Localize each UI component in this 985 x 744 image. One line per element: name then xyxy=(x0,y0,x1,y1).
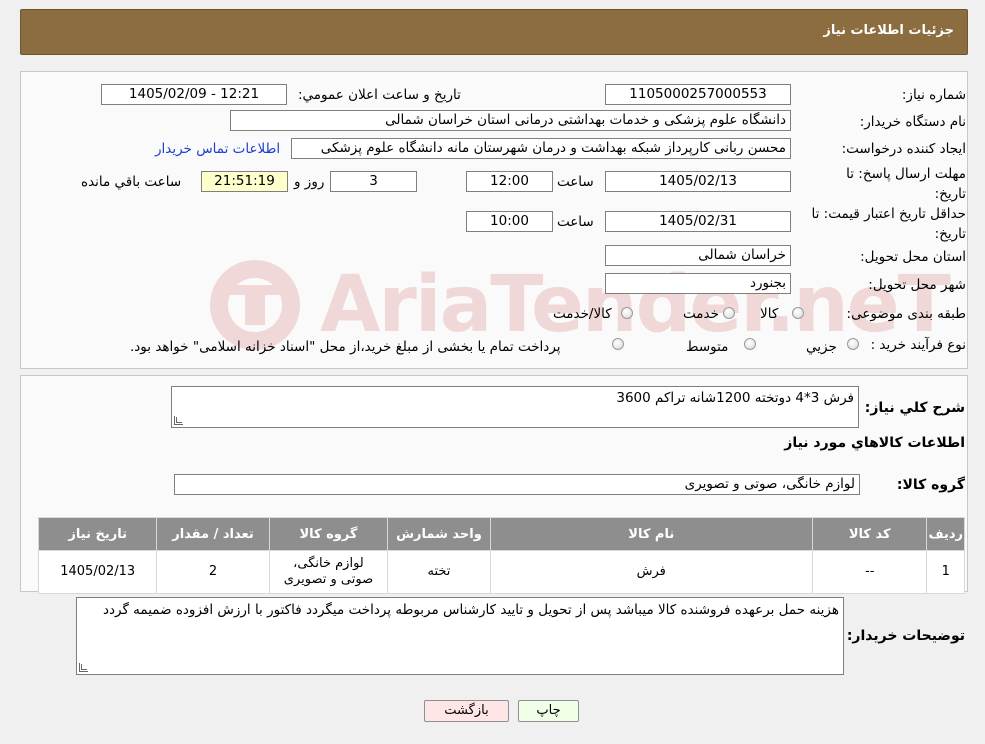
col-code: کد کالا xyxy=(812,517,928,551)
need-number-field: 1105000257000553 xyxy=(605,84,791,105)
need-number-label: شماره نیاز: xyxy=(901,87,966,103)
validity-time-label: ساعت xyxy=(557,214,594,230)
process-label: نوع فرآيند خريد : xyxy=(870,337,966,353)
summary-label: شرح کلي نياز: xyxy=(864,400,965,416)
process-radio-minor[interactable] xyxy=(847,338,859,350)
cell-unit: تخته xyxy=(387,550,491,594)
buyer-contact-link[interactable]: اطلاعات تماس خريدار xyxy=(155,141,280,157)
deadline-time-field: 12:00 xyxy=(466,171,553,192)
table-row: 1 -- فرش تخته لوازم خانگی، صوتی و تصویری… xyxy=(37,550,965,594)
buyer-field: دانشگاه علوم پزشکی و خدمات بهداشتی درمان… xyxy=(230,110,791,131)
process-radio-treasury[interactable] xyxy=(612,338,624,350)
print-button[interactable]: چاپ xyxy=(518,700,579,722)
province-label: استان محل تحويل: xyxy=(860,249,966,265)
process-option-minor: جزيي xyxy=(806,339,837,355)
city-field: بجنورد xyxy=(605,273,791,294)
category-radio-goods-service[interactable] xyxy=(621,307,633,319)
col-group: گروه کالا xyxy=(268,517,389,551)
summary-text: فرش 3*4 دوتخته 1200شانه تراکم 3600 xyxy=(616,390,854,406)
creator-field: محسن ربانی کارپرداز شبکه بهداشت و درمان … xyxy=(291,138,791,159)
resize-grip-icon[interactable] xyxy=(79,663,88,672)
goods-group-field: لوازم خانگی، صوتی و تصویری xyxy=(174,474,860,495)
notes-text: هزینه حمل برعهده فروشنده کالا میباشد پس … xyxy=(102,602,839,618)
col-name: نام کالا xyxy=(489,517,814,551)
validity-label: حداقل تاريخ اعتبار قيمت: تا تاريخ: xyxy=(796,204,966,244)
announce-field: 1405/02/09 - 12:21 xyxy=(101,84,287,105)
col-unit: واحد شمارش xyxy=(387,517,491,551)
deadline-date-field: 1405/02/13 xyxy=(605,171,791,192)
deadline-label: مهلت ارسال پاسخ: تا تاريخ: xyxy=(816,164,966,204)
creator-label: ايجاد کننده درخواست: xyxy=(841,141,966,157)
items-section-title: اطلاعات کالاهاي مورد نياز xyxy=(784,435,965,451)
col-row: رديف xyxy=(926,517,965,551)
category-radio-service[interactable] xyxy=(723,307,735,319)
buyer-label: نام دستگاه خريدار: xyxy=(859,114,966,130)
city-label: شهر محل تحويل: xyxy=(868,277,966,293)
category-option-goods-service: کالا/خدمت xyxy=(553,306,612,322)
col-date: تاريخ نياز xyxy=(37,517,158,551)
cell-row: 1 xyxy=(926,550,965,594)
table-header-row: رديف کد کالا نام کالا واحد شمارش گروه کا… xyxy=(37,517,965,551)
resize-grip-icon[interactable] xyxy=(174,416,183,425)
cell-qty: 2 xyxy=(156,550,270,594)
category-option-service: خدمت xyxy=(683,306,719,322)
category-label: طبقه بندی موضوعی: xyxy=(846,306,966,322)
announce-label: تاریخ و ساعت اعلان عمومي: xyxy=(298,87,461,103)
process-note: پرداخت تمام يا بخشی از مبلغ خريد،از محل … xyxy=(130,339,561,355)
cell-date: 1405/02/13 xyxy=(37,550,158,594)
validity-label-text: حداقل تاريخ اعتبار قيمت: تا تاريخ: xyxy=(811,206,966,242)
remaining-time-field: 21:51:19 xyxy=(201,171,288,192)
page-header: جزئیات اطلاعات نیاز xyxy=(20,9,968,55)
summary-textarea: فرش 3*4 دوتخته 1200شانه تراکم 3600 xyxy=(171,386,859,428)
province-field: خراسان شمالی xyxy=(605,245,791,266)
back-button[interactable]: بازگشت xyxy=(424,700,509,722)
notes-label: توضيحات خريدار: xyxy=(846,628,965,644)
remaining-label: ساعت باقي مانده xyxy=(81,174,182,190)
cell-group: لوازم خانگی، صوتی و تصویری xyxy=(268,550,389,594)
deadline-time-label: ساعت xyxy=(557,174,594,190)
validity-time-field: 10:00 xyxy=(466,211,553,232)
cell-name: فرش xyxy=(489,550,814,594)
validity-date-field: 1405/02/31 xyxy=(605,211,791,232)
col-qty: تعداد / مقدار xyxy=(156,517,270,551)
deadline-label-text: مهلت ارسال پاسخ: تا تاريخ: xyxy=(846,166,966,202)
items-table: رديف کد کالا نام کالا واحد شمارش گروه کا… xyxy=(37,517,965,594)
process-option-medium: متوسط xyxy=(686,339,729,355)
page-title: جزئیات اطلاعات نیاز xyxy=(823,23,954,38)
category-option-goods: کالا xyxy=(760,306,779,322)
cell-code: -- xyxy=(812,550,928,594)
goods-group-label: گروه کالا: xyxy=(896,477,965,493)
days-and-label: روز و xyxy=(294,174,325,190)
days-field: 3 xyxy=(330,171,417,192)
category-radio-goods[interactable] xyxy=(792,307,804,319)
notes-textarea: هزینه حمل برعهده فروشنده کالا میباشد پس … xyxy=(76,597,844,675)
process-radio-medium[interactable] xyxy=(744,338,756,350)
